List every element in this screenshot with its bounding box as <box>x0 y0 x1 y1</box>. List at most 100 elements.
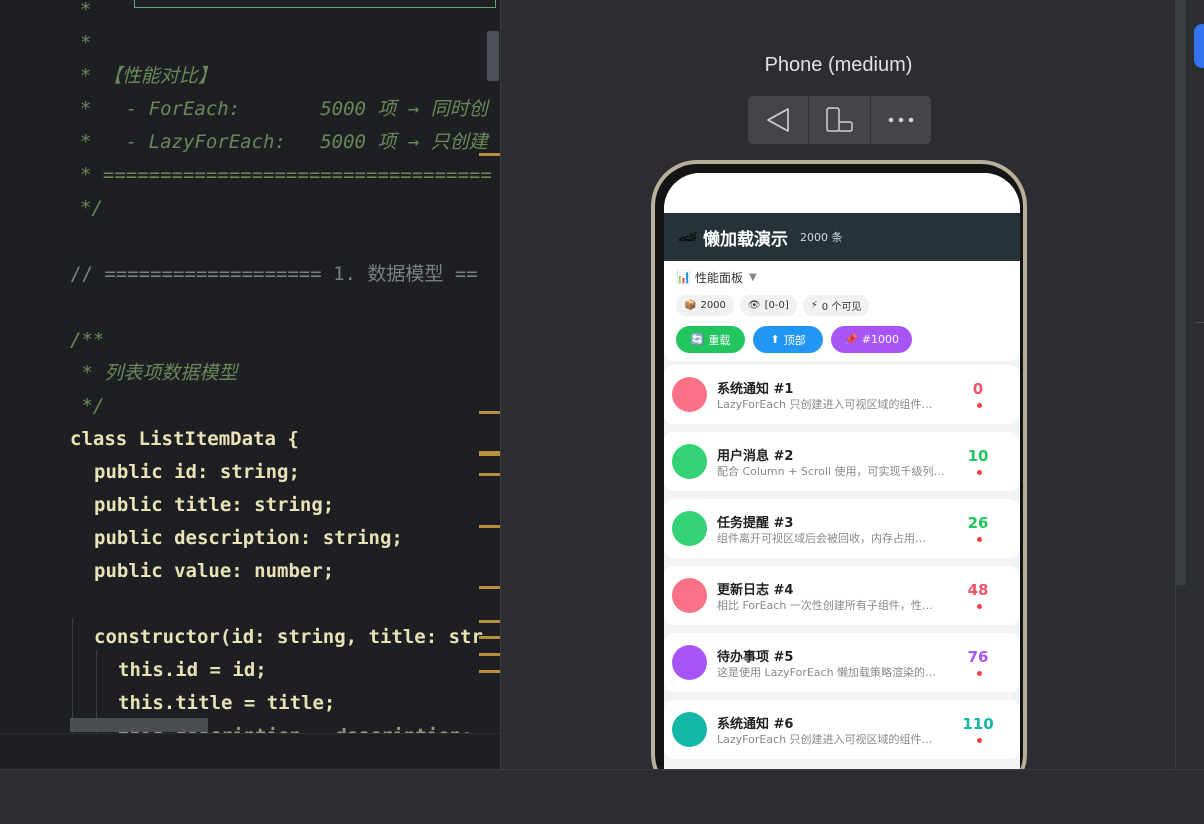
item-value: 76 <box>967 648 989 666</box>
previewer-scrollbar[interactable] <box>1176 0 1186 585</box>
previewer-toolbar <box>748 96 931 144</box>
avatar <box>672 645 707 680</box>
item-title: 任务提醒 #3 <box>717 516 794 531</box>
editor-horizontal-scrollbar[interactable] <box>70 718 208 732</box>
scroll-top-button[interactable]: ⬆ 顶部 <box>753 326 823 353</box>
divider <box>1196 322 1204 323</box>
action-row: 🔄 重载 ⬆ 顶部 📌 #1000 <box>676 326 1008 353</box>
eye-icon: 👁 <box>747 300 761 311</box>
code-line: class ListItemData { <box>70 428 299 450</box>
code-line: constructor(id: string, title: str <box>94 626 483 648</box>
item-description: 这是使用 LazyForEach 懒加载策略渲染的… <box>717 666 937 679</box>
code-line: /** <box>70 329 105 351</box>
avatar <box>672 578 707 613</box>
arrow-up-icon: ⬆ <box>770 333 780 346</box>
code-line: * 【性能对比】 <box>80 65 217 87</box>
list-item[interactable]: 更新日志 #4 相比 ForEach 一次性创建所有子组件，性… 48 <box>664 566 1020 625</box>
scroll-marker <box>479 586 500 589</box>
scroll-marker <box>479 620 500 623</box>
code-line: */ <box>70 395 105 417</box>
jump-label: #1000 <box>861 333 899 346</box>
scroll-marker <box>479 670 500 673</box>
pin-icon: 📌 <box>844 333 858 346</box>
code-line: public description: string; <box>94 527 403 549</box>
status-dot <box>977 738 982 743</box>
tool-window-button[interactable] <box>1194 24 1204 68</box>
list-item[interactable]: 任务提醒 #3 组件离开可视区域后会被回收，内存占用… 26 <box>664 499 1020 558</box>
device-previewer: Phone (medium) 🏎 懒加载演示 2000 条 📊 性能面板 ▼ 📦… <box>500 0 1176 769</box>
item-description: 相比 ForEach 一次性创建所有子组件，性… <box>717 599 933 612</box>
code-line: * <box>80 0 92 21</box>
lightning-icon: ⚡ <box>810 300 818 311</box>
reload-button[interactable]: 🔄 重载 <box>676 326 745 353</box>
code-line: * <box>80 32 92 54</box>
jump-to-1000-button[interactable]: 📌 #1000 <box>831 326 912 353</box>
code-line: this.id = id; <box>118 659 267 681</box>
lazy-list[interactable]: 系统通知 #1 LazyForEach 只创建进入可视区域的组件… 0 用户消息… <box>664 361 1020 759</box>
stat-visible-value: 0 个可见 <box>821 302 862 313</box>
avatar <box>672 712 707 747</box>
item-value: 48 <box>967 581 989 599</box>
avatar <box>672 511 707 546</box>
code-line: * 列表项数据模型 <box>70 362 238 384</box>
editor-vertical-scrollbar[interactable] <box>487 31 499 81</box>
panel-label: 性能面板 <box>694 270 743 285</box>
app-header: 🏎 懒加载演示 2000 条 <box>664 213 1020 261</box>
back-button[interactable] <box>748 96 810 144</box>
item-description: 组件离开可视区域后会被回收，内存占用… <box>717 532 926 545</box>
item-value: 10 <box>967 447 989 465</box>
phone-bezel: 🏎 懒加载演示 2000 条 📊 性能面板 ▼ 📦 2000 👁 [0-0] ⚡… <box>655 164 1023 769</box>
item-value: 110 <box>962 715 994 733</box>
phone-status-bar <box>664 173 1020 213</box>
device-title: Phone (medium) <box>764 54 913 76</box>
app-title: 懒加载演示 <box>703 229 789 250</box>
phone-screen[interactable]: 🏎 懒加载演示 2000 条 📊 性能面板 ▼ 📦 2000 👁 [0-0] ⚡… <box>664 173 1020 769</box>
code-line: public value: number; <box>94 560 335 582</box>
list-item[interactable]: 用户消息 #2 配合 Column + Scroll 使用，可实现千级列… 10 <box>664 432 1020 491</box>
item-description: LazyForEach 只创建进入可视区域的组件… <box>717 398 933 411</box>
status-dot <box>977 671 982 676</box>
scroll-marker <box>479 636 500 639</box>
stat-visible: ⚡ 0 个可见 <box>802 295 870 316</box>
avatar <box>672 377 707 412</box>
scroll-top-label: 顶部 <box>783 333 806 347</box>
scroll-marker <box>479 473 500 476</box>
item-count: 2000 条 <box>800 231 843 244</box>
item-description: LazyForEach 只创建进入可视区域的组件… <box>717 733 933 746</box>
code-line: public id: string; <box>94 461 300 483</box>
panel-toggle[interactable]: 📊 性能面板 ▼ <box>676 267 1008 287</box>
status-dot <box>977 470 982 475</box>
code-line: public title: string; <box>94 494 335 516</box>
rotate-device-button[interactable] <box>809 96 871 144</box>
status-dot <box>977 403 982 408</box>
status-dot <box>977 604 982 609</box>
bar-chart-icon: 📊 <box>676 270 691 284</box>
list-item[interactable]: 系统通知 #1 LazyForEach 只创建进入可视区域的组件… 0 <box>664 365 1020 424</box>
item-title: 用户消息 #2 <box>717 449 794 464</box>
item-title: 更新日志 #4 <box>717 583 794 598</box>
item-title: 待办事项 #5 <box>717 650 794 665</box>
phone-frame: 🏎 懒加载演示 2000 条 📊 性能面板 ▼ 📦 2000 👁 [0-0] ⚡… <box>651 160 1027 769</box>
code-line: * ================================== <box>80 164 492 186</box>
scroll-marker <box>479 653 500 656</box>
scroll-marker <box>479 451 500 456</box>
scroll-marker <box>479 153 500 156</box>
list-item[interactable]: 系统通知 #6 LazyForEach 只创建进入可视区域的组件… 110 <box>664 700 1020 759</box>
code-editor[interactable]: * * * 【性能对比】 * - ForEach: 5000 项 → 同时创 *… <box>0 0 500 733</box>
code-line: // =================== 1. 数据模型 == <box>70 263 478 285</box>
item-description: 配合 Column + Scroll 使用，可实现千级列… <box>717 465 945 478</box>
more-dots-icon <box>888 117 914 123</box>
race-car-icon: 🏎 <box>678 228 698 246</box>
status-dot <box>977 537 982 542</box>
reload-icon: 🔄 <box>690 333 705 346</box>
package-icon: 📦 <box>684 300 697 311</box>
list-item[interactable]: 待办事项 #5 这是使用 LazyForEach 懒加载策略渲染的… 76 <box>664 633 1020 692</box>
scroll-marker <box>479 525 500 528</box>
rotate-device-icon <box>826 107 854 132</box>
item-title: 系统通知 #6 <box>717 717 794 732</box>
stat-total-value: 2000 <box>700 300 726 311</box>
more-button[interactable] <box>871 96 931 144</box>
code-line: * - ForEach: 5000 项 → 同时创 <box>80 98 488 120</box>
item-value: 26 <box>967 514 989 532</box>
code-line: */ <box>80 197 103 219</box>
